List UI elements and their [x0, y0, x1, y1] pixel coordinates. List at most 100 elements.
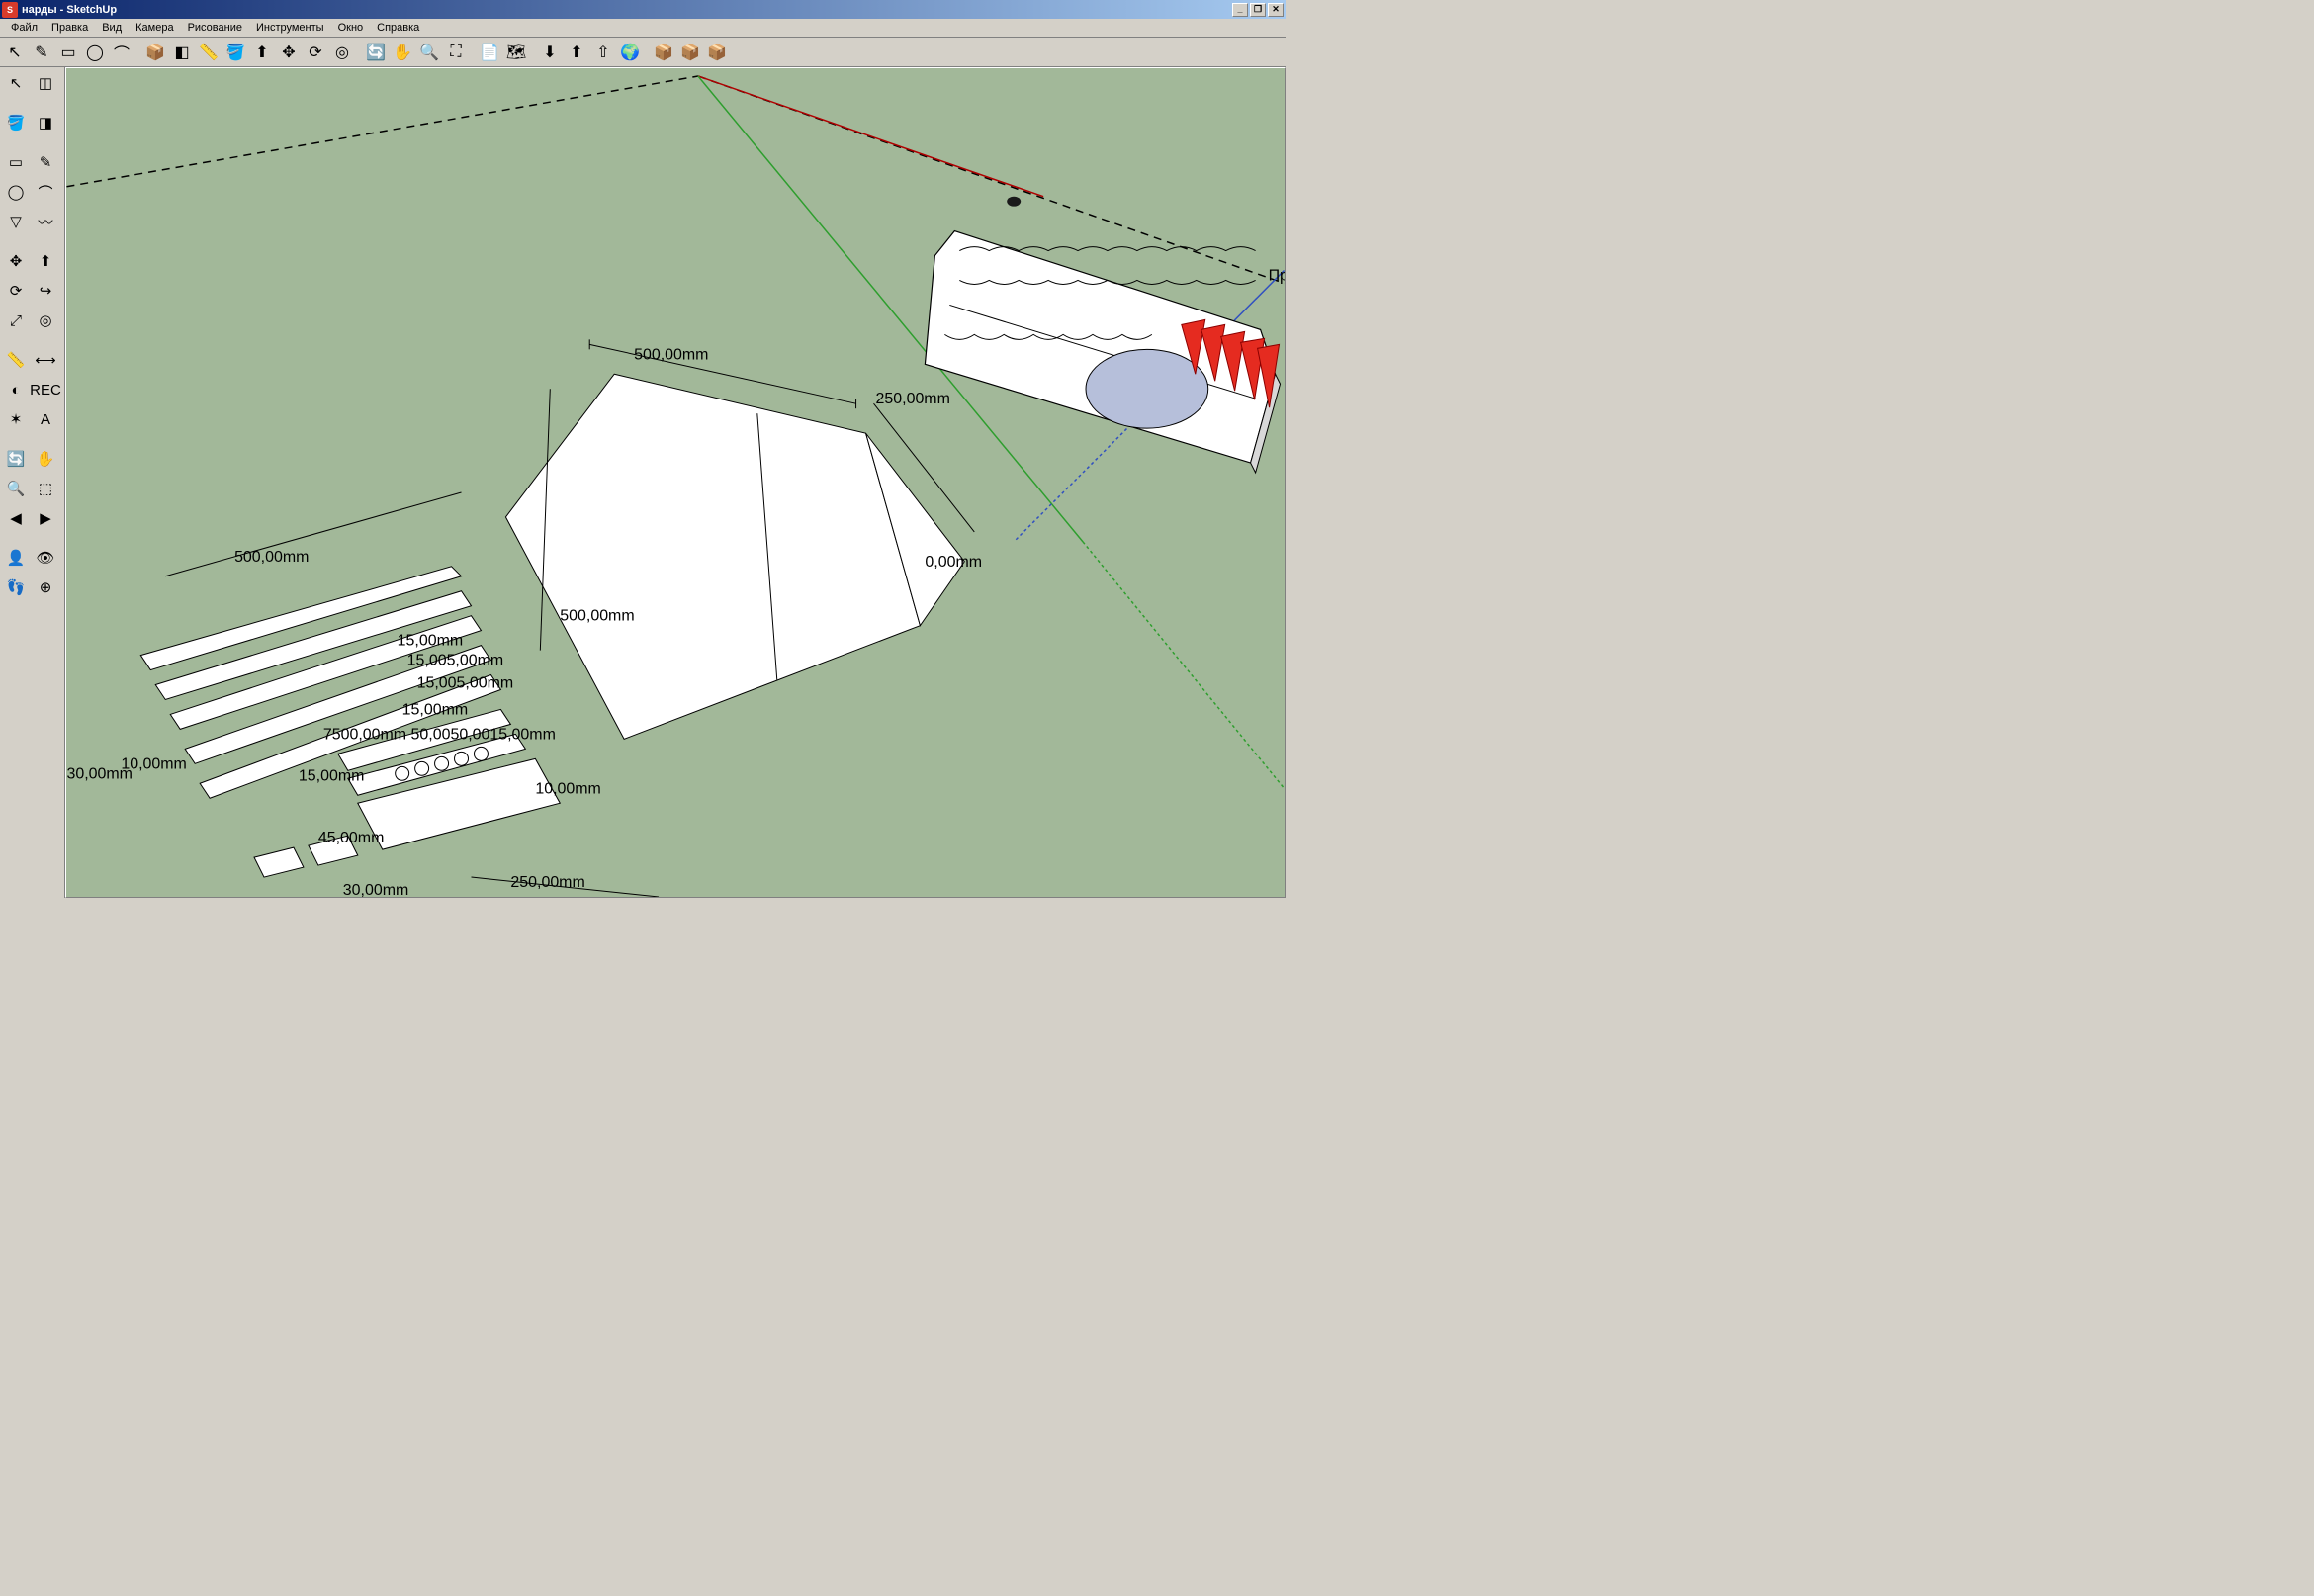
zoomwindow-side[interactable]: ⬚ [32, 475, 59, 502]
right-tray [925, 231, 1280, 473]
side-row: 👤👁 [2, 544, 62, 572]
arc-side[interactable]: ⌒ [32, 178, 59, 206]
svg-text:10,00mm: 10,00mm [535, 780, 600, 797]
side-gap [2, 435, 62, 443]
left-strips: 500,00mm 10,00mm 30,00mm 10,00mm 15,00mm… [66, 492, 600, 897]
side-row: 🔄✋ [2, 445, 62, 473]
top-toolbar: ↖✎▭◯⌒📦◧📏🪣⬆✥⟳◎🔄✋🔍⛶📄🗺⬇⬆⇧🌍📦📦📦 [0, 38, 1286, 67]
walk-side[interactable]: 👣 [2, 574, 30, 601]
look-around[interactable]: 👁 [32, 544, 59, 572]
eraser-side[interactable]: ◨ [32, 109, 59, 136]
side-row: 👣⊕ [2, 574, 62, 601]
menu-правка[interactable]: Правка [44, 20, 95, 36]
push-pull[interactable]: ⬆ [249, 40, 275, 65]
extension-3[interactable]: 📦 [704, 40, 730, 65]
menu-вид[interactable]: Вид [95, 20, 129, 36]
make-component[interactable]: 📦 [142, 40, 168, 65]
titlebar: S нарды - SketchUp _ ❐ ✕ [0, 0, 1286, 19]
add-location[interactable]: 📄 [477, 40, 502, 65]
circle-side[interactable]: ◯ [2, 178, 30, 206]
menu-окно[interactable]: Окно [331, 20, 371, 36]
window-title: нарды - SketchUp [22, 4, 117, 16]
extension-2[interactable]: 📦 [677, 40, 703, 65]
menu-справка[interactable]: Справка [370, 20, 426, 36]
offset-tool[interactable]: ◎ [329, 40, 355, 65]
menu-файл[interactable]: Файл [4, 20, 44, 36]
eraser-tool[interactable]: ◧ [169, 40, 195, 65]
toggle-terrain[interactable]: 🗺 [503, 40, 529, 65]
move-tool[interactable]: ✥ [276, 40, 302, 65]
zoom-tool[interactable]: 🔍 [416, 40, 442, 65]
side-row: ◀▶ [2, 504, 62, 532]
svg-text:30,00mm: 30,00mm [66, 765, 133, 782]
side-row: ◯⌒ [2, 178, 62, 206]
viewport-3d[interactable]: Пр 500,00mm 250,00mm 500,00mm 0,00mm [65, 67, 1286, 898]
scale-side[interactable]: ⤢ [2, 307, 30, 334]
svg-text:500,00mm: 500,00mm [560, 608, 634, 625]
offset-side[interactable]: ◎ [32, 307, 59, 334]
protractor-side[interactable]: ◐ [2, 376, 30, 403]
zoom-extents[interactable]: ⛶ [443, 40, 469, 65]
rectangle-tool[interactable]: ▭ [55, 40, 81, 65]
extension-1[interactable]: 📦 [651, 40, 676, 65]
workspace: ↖◫🪣◨▭✎◯⌒▽〰✥⬆⟳↪⤢◎📏⟷◐REC✶A🔄✋🔍⬚◀▶👤👁👣⊕ Пр [0, 67, 1286, 898]
prev-side[interactable]: ◀ [2, 504, 30, 532]
tape-measure[interactable]: 📏 [196, 40, 222, 65]
followme-side[interactable]: ↪ [32, 277, 59, 305]
zoom-side[interactable]: 🔍 [2, 475, 30, 502]
orbit-side[interactable]: 🔄 [2, 445, 30, 473]
text-side[interactable]: REC [32, 376, 59, 403]
svg-text:15,005,00mm: 15,005,00mm [417, 675, 514, 692]
paint-bucket-side[interactable]: 🪣 [2, 109, 30, 136]
viewport-svg: Пр 500,00mm 250,00mm 500,00mm 0,00mm [66, 68, 1285, 897]
axes-side[interactable]: ✶ [2, 405, 30, 433]
preview-ge[interactable]: 🌍 [617, 40, 643, 65]
pan-side[interactable]: ✋ [32, 445, 59, 473]
rotate-tool[interactable]: ⟳ [303, 40, 328, 65]
move-side[interactable]: ✥ [2, 247, 30, 275]
upload-component[interactable]: ⇧ [590, 40, 616, 65]
paint-bucket[interactable]: 🪣 [222, 40, 248, 65]
freehand-side[interactable]: 〰 [32, 208, 59, 235]
side-row: ⤢◎ [2, 307, 62, 334]
svg-text:7500,00mm 50,0050,0015,00mm: 7500,00mm 50,0050,0015,00mm [323, 726, 556, 743]
menu-инструменты[interactable]: Инструменты [249, 20, 331, 36]
select-tool[interactable]: ↖ [2, 69, 30, 97]
3dtext-side[interactable]: A [32, 405, 59, 433]
position-camera[interactable]: 👤 [2, 544, 30, 572]
arc-tool[interactable]: ⌒ [109, 40, 134, 65]
svg-text:30,00mm: 30,00mm [343, 882, 409, 897]
next-side[interactable]: ▶ [32, 504, 59, 532]
line-side[interactable]: ✎ [32, 148, 59, 176]
line-tool[interactable]: ✎ [29, 40, 54, 65]
side-row: 🔍⬚ [2, 475, 62, 502]
share-model[interactable]: ⬆ [564, 40, 589, 65]
side-row: ◐REC [2, 376, 62, 403]
pan-tool[interactable]: ✋ [390, 40, 415, 65]
minimize-button[interactable]: _ [1232, 3, 1248, 17]
rectangle-side[interactable]: ▭ [2, 148, 30, 176]
circle-tool[interactable]: ◯ [82, 40, 108, 65]
svg-text:15,00mm: 15,00mm [398, 633, 464, 650]
rotate-side[interactable]: ⟳ [2, 277, 30, 305]
dimension-side[interactable]: ⟷ [32, 346, 59, 374]
menu-рисование[interactable]: Рисование [181, 20, 249, 36]
side-row: ✥⬆ [2, 247, 62, 275]
side-row: ▭✎ [2, 148, 62, 176]
close-button[interactable]: ✕ [1268, 3, 1284, 17]
component-tool[interactable]: ◫ [32, 69, 59, 97]
menu-камера[interactable]: Камера [129, 20, 180, 36]
side-row: 🪣◨ [2, 109, 62, 136]
side-gap [2, 138, 62, 146]
svg-text:500,00mm: 500,00mm [634, 346, 708, 363]
svg-text:250,00mm: 250,00mm [876, 391, 950, 407]
section-side[interactable]: ⊕ [32, 574, 59, 601]
tape-side[interactable]: 📏 [2, 346, 30, 374]
maximize-button[interactable]: ❐ [1250, 3, 1266, 17]
select-arrow[interactable]: ↖ [2, 40, 28, 65]
get-models[interactable]: ⬇ [537, 40, 563, 65]
orbit-tool[interactable]: 🔄 [363, 40, 389, 65]
pushpull-side[interactable]: ⬆ [32, 247, 59, 275]
side-gap [2, 237, 62, 245]
polygon-side[interactable]: ▽ [2, 208, 30, 235]
